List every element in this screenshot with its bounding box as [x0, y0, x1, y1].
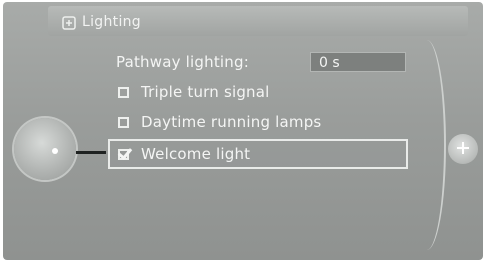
- page-title: Lighting: [82, 14, 141, 30]
- selection-pointer: [76, 151, 106, 154]
- setting-row-triple-turn-signal[interactable]: Triple turn signal: [96, 78, 270, 106]
- daytime-running-lamps-checkbox[interactable]: [118, 116, 129, 128]
- pathway-lighting-label: Pathway lighting:: [116, 53, 249, 71]
- idrive-screen: Lighting Pathway lighting: 0 s Triple tu…: [0, 0, 486, 263]
- triple-turn-signal-label: Triple turn signal: [141, 83, 270, 101]
- setting-row-welcome-light[interactable]: Welcome light: [96, 140, 250, 168]
- light-bulb-icon: [62, 15, 76, 30]
- setting-row-daytime-running-lamps[interactable]: Daytime running lamps: [96, 108, 321, 136]
- pathway-lighting-row[interactable]: Pathway lighting:: [96, 48, 249, 76]
- controller-indicator-dot: [52, 148, 58, 154]
- controller-knob-icon[interactable]: [14, 118, 76, 180]
- triple-turn-signal-checkbox[interactable]: [118, 86, 129, 98]
- title-area: Lighting: [62, 11, 141, 33]
- plus-icon: [455, 140, 471, 156]
- welcome-light-label: Welcome light: [141, 145, 251, 163]
- welcome-light-checkbox[interactable]: [118, 148, 129, 160]
- pathway-lighting-value[interactable]: 0 s: [310, 52, 406, 72]
- daytime-running-lamps-label: Daytime running lamps: [141, 113, 322, 131]
